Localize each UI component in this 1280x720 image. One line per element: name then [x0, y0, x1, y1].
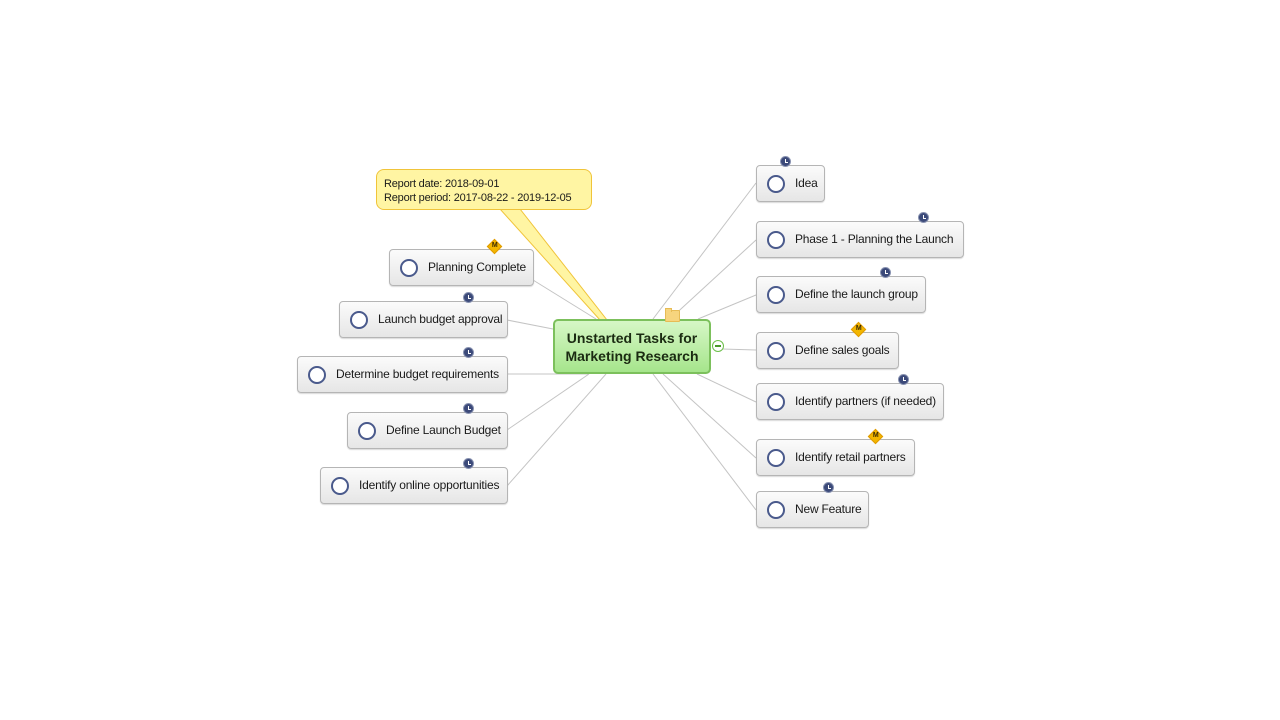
task-status-icon[interactable]: [350, 311, 368, 329]
milestone-letter: M: [491, 242, 498, 250]
central-title-line-2: Marketing Research: [565, 347, 699, 364]
task-status-icon[interactable]: [767, 286, 785, 304]
report-period-line: Report period: 2017-08-22 - 2019-12-05: [384, 192, 572, 204]
topic-define-the-launch-group[interactable]: Define the launch group: [756, 276, 926, 313]
topic-define-launch-budget[interactable]: Define Launch Budget: [347, 412, 508, 449]
topic-identify-retail-partners[interactable]: Identify retail partners: [756, 439, 915, 476]
report-date-line: Report date: 2018-09-01: [384, 178, 500, 190]
topic-label: Idea: [795, 176, 818, 190]
link-right-0: [652, 182, 757, 320]
topic-planning-complete[interactable]: Planning Complete: [389, 249, 534, 286]
central-topic[interactable]: Unstarted Tasks for Marketing Research: [553, 319, 711, 374]
collapse-icon[interactable]: [712, 340, 724, 352]
central-topic-title: Unstarted Tasks for Marketing Research: [565, 329, 698, 365]
topic-label: Identify partners (if needed): [795, 394, 936, 408]
clock-icon: [823, 482, 834, 493]
link-right-1: [669, 239, 757, 320]
clock-icon: [898, 374, 909, 385]
topic-idea[interactable]: Idea: [756, 165, 825, 202]
topic-label: Define sales goals: [795, 343, 890, 357]
task-status-icon[interactable]: [358, 422, 376, 440]
topic-label: New Feature: [795, 502, 862, 516]
clock-icon: [918, 212, 929, 223]
topic-launch-budget-approval[interactable]: Launch budget approval: [339, 301, 508, 338]
topic-label: Identify retail partners: [795, 450, 906, 464]
link-left-3: [506, 373, 590, 431]
task-status-icon[interactable]: [767, 501, 785, 519]
link-left-4: [506, 373, 607, 487]
topic-label: Planning Complete: [428, 260, 526, 274]
mind-map-canvas: Report date: 2018-09-01 Report period: 2…: [0, 0, 1280, 720]
task-status-icon[interactable]: [767, 231, 785, 249]
link-right-2: [697, 294, 757, 320]
topic-label: Identify online opportunities: [359, 478, 500, 492]
topic-determine-budget-requirements[interactable]: Determine budget requirements: [297, 356, 508, 393]
link-right-3: [721, 348, 757, 351]
topic-define-sales-goals[interactable]: Define sales goals: [756, 332, 899, 369]
clock-icon: [780, 156, 791, 167]
clock-icon: [463, 403, 474, 414]
topic-new-feature[interactable]: New Feature: [756, 491, 869, 528]
topic-label: Determine budget requirements: [336, 367, 499, 381]
link-left-0: [532, 279, 597, 320]
clock-icon: [463, 347, 474, 358]
task-status-icon[interactable]: [331, 477, 349, 495]
task-status-icon[interactable]: [767, 449, 785, 467]
topic-identify-online-opportunities[interactable]: Identify online opportunities: [320, 467, 508, 504]
topic-phase-1-planning-the-launch[interactable]: Phase 1 - Planning the Launch: [756, 221, 964, 258]
topic-label: Launch budget approval: [378, 312, 503, 326]
task-status-icon[interactable]: [767, 175, 785, 193]
clock-icon: [463, 458, 474, 469]
task-status-icon[interactable]: [767, 342, 785, 360]
task-status-icon[interactable]: [767, 393, 785, 411]
link-left-1: [506, 319, 554, 330]
milestone-letter: M: [872, 432, 879, 440]
milestone-letter: M: [855, 325, 862, 333]
topic-label: Phase 1 - Planning the Launch: [795, 232, 954, 246]
link-right-4: [696, 373, 757, 403]
clock-icon: [463, 292, 474, 303]
topic-label: Define Launch Budget: [386, 423, 501, 437]
link-right-6: [652, 373, 757, 511]
report-callout[interactable]: Report date: 2018-09-01 Report period: 2…: [376, 169, 592, 210]
topic-identify-partners-if-needed[interactable]: Identify partners (if needed): [756, 383, 944, 420]
folder-icon[interactable]: [665, 308, 680, 322]
task-status-icon[interactable]: [308, 366, 326, 384]
clock-icon: [880, 267, 891, 278]
task-status-icon[interactable]: [400, 259, 418, 277]
link-right-5: [662, 373, 757, 459]
topic-label: Define the launch group: [795, 287, 918, 301]
central-title-line-1: Unstarted Tasks for: [566, 329, 698, 346]
